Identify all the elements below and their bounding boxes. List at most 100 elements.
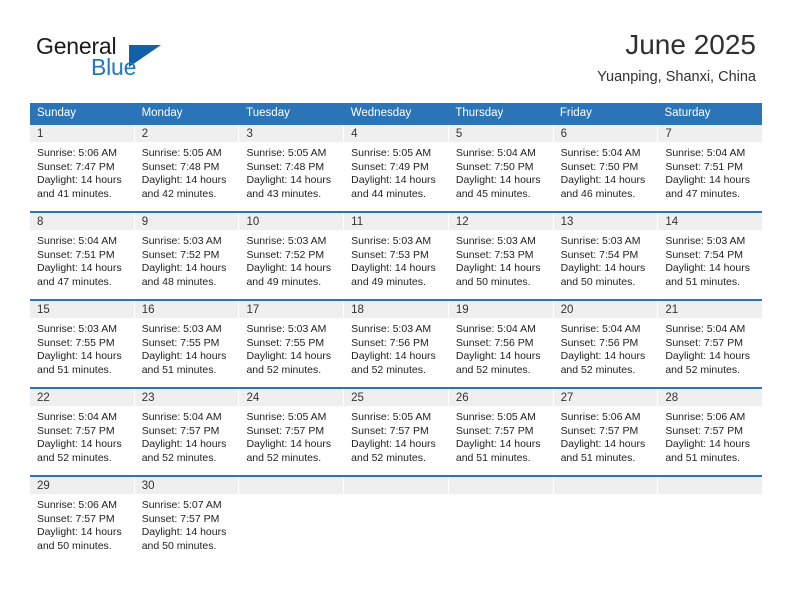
- day-details: Sunrise: 5:03 AM Sunset: 7:54 PM Dayligh…: [658, 230, 762, 289]
- day-cell[interactable]: 10 Sunrise: 5:03 AM Sunset: 7:52 PM Dayl…: [239, 213, 345, 299]
- day-number: [239, 477, 344, 494]
- sunset-text: Sunset: 7:53 PM: [455, 248, 534, 261]
- day-details: Sunrise: 5:04 AM Sunset: 7:56 PM Dayligh…: [449, 318, 553, 377]
- day-cell[interactable]: 16 Sunrise: 5:03 AM Sunset: 7:55 PM Dayl…: [134, 301, 240, 387]
- day-cell[interactable]: 21 Sunrise: 5:04 AM Sunset: 7:57 PM Dayl…: [658, 301, 763, 387]
- day-details: Sunrise: 5:05 AM Sunset: 7:57 PM Dayligh…: [344, 406, 448, 465]
- sunrise-text: Sunrise: 5:07 AM: [141, 499, 222, 511]
- daylight-text-line1: Daylight: 14 hours: [560, 174, 646, 187]
- daylight-text-line2: and 41 minutes.: [37, 187, 112, 200]
- day-cell[interactable]: 7 Sunrise: 5:04 AM Sunset: 7:51 PM Dayli…: [658, 125, 763, 211]
- daylight-text-line1: Daylight: 14 hours: [141, 262, 227, 275]
- page-title: June 2025: [625, 29, 756, 60]
- day-number: [448, 477, 553, 494]
- day-number: [553, 477, 658, 494]
- sunrise-text: Sunrise: 5:06 AM: [665, 411, 746, 423]
- daylight-text-line2: and 52 minutes.: [560, 363, 636, 376]
- daylight-text-line1: Daylight: 14 hours: [246, 262, 332, 275]
- day-cell[interactable]: 3 Sunrise: 5:05 AM Sunset: 7:48 PM Dayli…: [239, 125, 345, 211]
- day-cell[interactable]: 30 Sunrise: 5:07 AM Sunset: 7:57 PM Dayl…: [134, 477, 240, 563]
- day-number: 1: [30, 125, 134, 142]
- day-cell[interactable]: 12 Sunrise: 5:03 AM Sunset: 7:53 PM Dayl…: [448, 213, 554, 299]
- sunrise-text: Sunrise: 5:03 AM: [246, 323, 327, 335]
- day-cell[interactable]: 29 Sunrise: 5:06 AM Sunset: 7:57 PM Dayl…: [30, 477, 135, 563]
- day-number: 13: [553, 213, 658, 230]
- day-cell[interactable]: 4 Sunrise: 5:05 AM Sunset: 7:49 PM Dayli…: [344, 125, 449, 211]
- weekday-header-friday: Friday: [559, 107, 592, 119]
- sunset-text: Sunset: 7:49 PM: [351, 160, 429, 173]
- day-cell-empty: [448, 477, 554, 563]
- day-details: Sunrise: 5:05 AM Sunset: 7:48 PM Dayligh…: [135, 142, 239, 201]
- daylight-text-line2: and 51 minutes.: [665, 275, 741, 288]
- sunset-text: Sunset: 7:52 PM: [141, 248, 220, 261]
- day-cell[interactable]: 17 Sunrise: 5:03 AM Sunset: 7:55 PM Dayl…: [239, 301, 345, 387]
- day-cell[interactable]: 27 Sunrise: 5:06 AM Sunset: 7:57 PM Dayl…: [553, 389, 659, 475]
- sunrise-text: Sunrise: 5:03 AM: [141, 235, 222, 247]
- day-cell[interactable]: 28 Sunrise: 5:06 AM Sunset: 7:57 PM Dayl…: [658, 389, 763, 475]
- day-cell[interactable]: 24 Sunrise: 5:05 AM Sunset: 7:57 PM Dayl…: [239, 389, 345, 475]
- day-cell[interactable]: 6 Sunrise: 5:04 AM Sunset: 7:50 PM Dayli…: [553, 125, 659, 211]
- daylight-text-line2: and 52 minutes.: [141, 451, 217, 464]
- day-details: Sunrise: 5:05 AM Sunset: 7:49 PM Dayligh…: [344, 142, 448, 201]
- day-cell[interactable]: 26 Sunrise: 5:05 AM Sunset: 7:57 PM Dayl…: [448, 389, 554, 475]
- sunrise-text: Sunrise: 5:03 AM: [141, 323, 222, 335]
- sunset-text: Sunset: 7:55 PM: [246, 336, 325, 349]
- daylight-text-line2: and 52 minutes.: [665, 363, 741, 376]
- day-cell[interactable]: 19 Sunrise: 5:04 AM Sunset: 7:56 PM Dayl…: [448, 301, 554, 387]
- day-number: 27: [553, 389, 658, 406]
- sunset-text: Sunset: 7:54 PM: [665, 248, 743, 261]
- day-number: 10: [239, 213, 344, 230]
- daylight-text-line2: and 51 minutes.: [141, 363, 217, 376]
- sunrise-text: Sunrise: 5:03 AM: [665, 235, 746, 247]
- day-cell[interactable]: 22 Sunrise: 5:04 AM Sunset: 7:57 PM Dayl…: [30, 389, 135, 475]
- sunrise-text: Sunrise: 5:04 AM: [665, 323, 746, 335]
- sunrise-text: Sunrise: 5:04 AM: [455, 147, 536, 159]
- day-cell[interactable]: 2 Sunrise: 5:05 AM Sunset: 7:48 PM Dayli…: [134, 125, 240, 211]
- daylight-text-line1: Daylight: 14 hours: [351, 350, 436, 363]
- day-details: Sunrise: 5:04 AM Sunset: 7:50 PM Dayligh…: [554, 142, 658, 201]
- sunrise-text: Sunrise: 5:03 AM: [351, 323, 432, 335]
- day-cell[interactable]: 8 Sunrise: 5:04 AM Sunset: 7:51 PM Dayli…: [30, 213, 135, 299]
- daylight-text-line1: Daylight: 14 hours: [351, 438, 436, 451]
- page-header: General Blue June 2025 Yuanping, Shanxi,…: [0, 0, 792, 100]
- day-cell[interactable]: 1 Sunrise: 5:06 AM Sunset: 7:47 PM Dayli…: [30, 125, 135, 211]
- day-details: Sunrise: 5:03 AM Sunset: 7:55 PM Dayligh…: [239, 318, 343, 377]
- sunset-text: Sunset: 7:56 PM: [560, 336, 639, 349]
- week-row: 15 Sunrise: 5:03 AM Sunset: 7:55 PM Dayl…: [30, 299, 763, 387]
- day-details: Sunrise: 5:03 AM Sunset: 7:53 PM Dayligh…: [449, 230, 553, 289]
- sunrise-text: Sunrise: 5:05 AM: [246, 147, 327, 159]
- day-number: 4: [344, 125, 448, 142]
- title-block: June 2025 Yuanping, Shanxi, China: [597, 28, 756, 86]
- sunset-text: Sunset: 7:57 PM: [351, 424, 429, 437]
- day-details: Sunrise: 5:03 AM Sunset: 7:56 PM Dayligh…: [344, 318, 448, 377]
- day-details: Sunrise: 5:03 AM Sunset: 7:52 PM Dayligh…: [239, 230, 343, 289]
- daylight-text-line1: Daylight: 14 hours: [665, 350, 750, 363]
- daylight-text-line1: Daylight: 14 hours: [560, 438, 646, 451]
- sunrise-text: Sunrise: 5:03 AM: [560, 235, 641, 247]
- day-cell[interactable]: 11 Sunrise: 5:03 AM Sunset: 7:53 PM Dayl…: [344, 213, 449, 299]
- daylight-text-line2: and 52 minutes.: [455, 363, 531, 376]
- day-cell[interactable]: 13 Sunrise: 5:03 AM Sunset: 7:54 PM Dayl…: [553, 213, 659, 299]
- daylight-text-line1: Daylight: 14 hours: [37, 262, 122, 275]
- day-details: Sunrise: 5:04 AM Sunset: 7:56 PM Dayligh…: [554, 318, 658, 377]
- day-cell[interactable]: 18 Sunrise: 5:03 AM Sunset: 7:56 PM Dayl…: [344, 301, 449, 387]
- day-cell-empty: [658, 477, 763, 563]
- day-cell[interactable]: 14 Sunrise: 5:03 AM Sunset: 7:54 PM Dayl…: [658, 213, 763, 299]
- weekday-header-monday: Monday: [141, 107, 183, 119]
- sunrise-text: Sunrise: 5:06 AM: [560, 411, 641, 423]
- logo-text-blue: Blue: [91, 54, 137, 80]
- daylight-text-line2: and 52 minutes.: [246, 363, 322, 376]
- sunset-text: Sunset: 7:52 PM: [246, 248, 325, 261]
- day-details: Sunrise: 5:04 AM Sunset: 7:57 PM Dayligh…: [30, 406, 134, 465]
- day-cell[interactable]: 23 Sunrise: 5:04 AM Sunset: 7:57 PM Dayl…: [134, 389, 240, 475]
- general-blue-logo[interactable]: General Blue: [36, 33, 256, 89]
- day-cell[interactable]: 20 Sunrise: 5:04 AM Sunset: 7:56 PM Dayl…: [553, 301, 659, 387]
- daylight-text-line2: and 47 minutes.: [37, 275, 112, 288]
- day-cell[interactable]: 15 Sunrise: 5:03 AM Sunset: 7:55 PM Dayl…: [30, 301, 135, 387]
- sunset-text: Sunset: 7:51 PM: [665, 160, 743, 173]
- day-cell[interactable]: 9 Sunrise: 5:03 AM Sunset: 7:52 PM Dayli…: [134, 213, 240, 299]
- day-cell[interactable]: 25 Sunrise: 5:05 AM Sunset: 7:57 PM Dayl…: [344, 389, 449, 475]
- day-number: 7: [658, 125, 763, 142]
- day-cell[interactable]: 5 Sunrise: 5:04 AM Sunset: 7:50 PM Dayli…: [448, 125, 554, 211]
- day-number: 20: [553, 301, 658, 318]
